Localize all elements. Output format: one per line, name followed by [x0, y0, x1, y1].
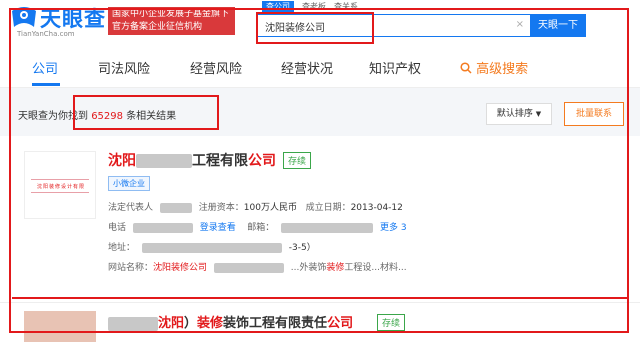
page: 天眼查 TianYanCha.com 国家中小企业发展子基金旗下 官方备案企业征…	[0, 0, 640, 342]
annotation-search-box	[256, 12, 374, 44]
annotation-divider	[12, 297, 628, 299]
annotation-results-count	[73, 95, 219, 130]
annotation-frame	[9, 8, 629, 333]
